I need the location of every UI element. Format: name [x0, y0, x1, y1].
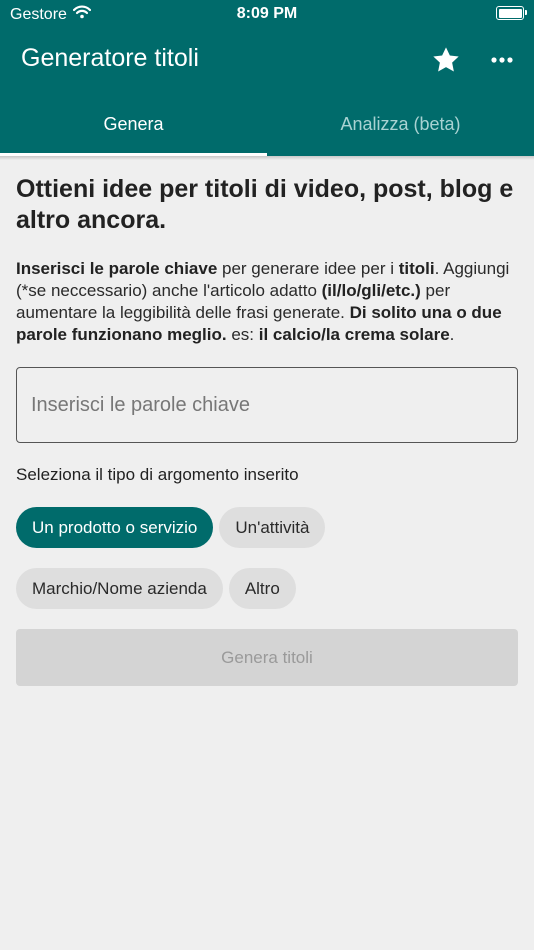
- instructions-text: Inserisci le parole chiave per generare …: [16, 258, 518, 346]
- header-shadow: [0, 156, 534, 160]
- instructions-text-part: es:: [226, 325, 259, 344]
- chip-business[interactable]: Un'attività: [219, 507, 326, 548]
- tab-analizza-label: Analizza (beta): [340, 114, 461, 134]
- chip-brand-name[interactable]: Marchio/Nome azienda: [16, 568, 223, 609]
- chip-product-service[interactable]: Un prodotto o servizio: [16, 507, 214, 548]
- app-header: Gestore 8:09 PM Generatore titoli Genera…: [0, 0, 534, 156]
- keyword-input[interactable]: [16, 367, 518, 443]
- tab-genera[interactable]: Genera: [0, 94, 267, 156]
- chip-row: Marchio/Nome azienda Altro: [16, 568, 518, 609]
- tab-genera-label: Genera: [103, 114, 164, 134]
- instructions-bold-example: il calcio/la crema solare: [258, 325, 450, 344]
- tab-indicator: [0, 153, 267, 156]
- status-time: 8:09 PM: [236, 5, 298, 22]
- instructions-bold-keywords: Inserisci le parole chiave: [16, 259, 218, 278]
- topic-type-chips: Un prodotto o servizio Un'attività March…: [16, 507, 518, 609]
- instructions-bold-titles: titoli: [398, 259, 435, 278]
- chip-row: Un prodotto o servizio Un'attività: [16, 507, 518, 548]
- more-icon[interactable]: [486, 46, 518, 74]
- tab-bar: Genera Analizza (beta): [0, 94, 534, 156]
- status-bar: Gestore 8:09 PM: [0, 0, 534, 28]
- page-headline: Ottieni idee per titoli di video, post, …: [16, 175, 514, 234]
- app-title: Generatore titoli: [21, 44, 199, 72]
- topic-type-label: Seleziona il tipo di argomento inserito: [16, 465, 299, 484]
- instructions-bold-articles: (il/lo/gli/etc.): [321, 281, 421, 300]
- generate-titles-button[interactable]: Genera titoli: [16, 629, 518, 686]
- app-bar: Generatore titoli: [0, 28, 534, 94]
- chip-other[interactable]: Altro: [228, 568, 296, 609]
- battery-icon: [496, 6, 527, 20]
- instructions-text-part: per generare idee per i: [217, 259, 399, 278]
- main-content: Ottieni idee per titoli di video, post, …: [0, 174, 534, 686]
- instructions-text-part: .: [449, 325, 455, 344]
- tab-analizza[interactable]: Analizza (beta): [267, 94, 534, 156]
- star-icon[interactable]: [430, 44, 462, 76]
